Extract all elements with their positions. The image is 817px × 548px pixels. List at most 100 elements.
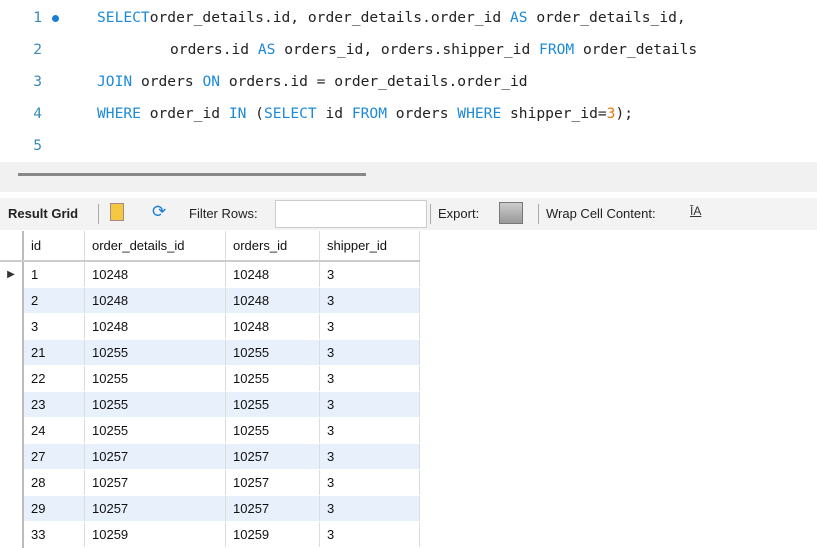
code-token: order_details_id, bbox=[527, 9, 686, 26]
result-grid: id order_details_id orders_id shipper_id ▶ 1… bbox=[0, 231, 420, 548]
cell[interactable]: 10255 bbox=[225, 339, 320, 366]
grid-view-icon[interactable] bbox=[110, 203, 124, 221]
row-selector[interactable] bbox=[0, 287, 24, 314]
table-row[interactable]: 22 10255 10255 3 bbox=[0, 365, 420, 392]
cell[interactable]: 23 bbox=[23, 391, 85, 418]
cell[interactable]: 1 bbox=[23, 261, 85, 288]
table-row[interactable]: ▶ 1 10248 10248 3 bbox=[0, 261, 420, 288]
horizontal-scrollbar[interactable] bbox=[18, 173, 366, 176]
cell[interactable]: 3 bbox=[23, 313, 85, 340]
table-row[interactable]: 23 10255 10255 3 bbox=[0, 391, 420, 418]
cell[interactable]: 3 bbox=[319, 417, 420, 444]
row-selector[interactable] bbox=[0, 339, 24, 366]
cell[interactable]: 10248 bbox=[84, 261, 226, 288]
cell[interactable]: 3 bbox=[319, 261, 420, 288]
column-header[interactable]: order_details_id bbox=[84, 231, 226, 262]
cell[interactable]: 10248 bbox=[225, 261, 320, 288]
cell[interactable]: 3 bbox=[319, 469, 420, 496]
filter-rows-input[interactable] bbox=[275, 200, 427, 228]
row-selector[interactable] bbox=[0, 391, 24, 418]
cell[interactable]: 22 bbox=[23, 365, 85, 392]
row-selector[interactable]: ▶ bbox=[0, 261, 24, 288]
cell[interactable]: 10257 bbox=[84, 469, 226, 496]
wrap-cell-icon[interactable]: ĪA bbox=[690, 204, 701, 218]
table-row[interactable]: 29 10257 10257 3 bbox=[0, 495, 420, 522]
refresh-icon[interactable]: ⟳ bbox=[152, 202, 166, 222]
cell[interactable]: 3 bbox=[319, 443, 420, 470]
cell[interactable]: 3 bbox=[319, 391, 420, 418]
cell[interactable]: 10255 bbox=[84, 339, 226, 366]
line-number: 3 bbox=[33, 73, 42, 90]
table-row[interactable]: 24 10255 10255 3 bbox=[0, 417, 420, 444]
code-token: id bbox=[316, 105, 352, 122]
row-selector[interactable] bbox=[0, 417, 24, 444]
row-selector[interactable] bbox=[0, 365, 24, 392]
row-selector[interactable] bbox=[0, 313, 24, 340]
cell[interactable]: 3 bbox=[319, 339, 420, 366]
code-token: shipper_id= bbox=[501, 105, 607, 122]
code-text: SELECTorder_details.id, order_details.or… bbox=[97, 2, 686, 34]
cell[interactable]: 10248 bbox=[84, 313, 226, 340]
cell[interactable]: 3 bbox=[319, 313, 420, 340]
divider bbox=[98, 204, 99, 224]
cell[interactable]: 10248 bbox=[84, 287, 226, 314]
line-number: 4 bbox=[33, 105, 42, 122]
cell[interactable]: 10255 bbox=[84, 365, 226, 392]
cell[interactable]: 10255 bbox=[225, 365, 320, 392]
result-toolbar: Result Grid ⟳ Filter Rows: Export: Wrap … bbox=[0, 198, 817, 230]
cell[interactable]: 10248 bbox=[225, 313, 320, 340]
code-token: WHERE bbox=[97, 105, 141, 122]
divider bbox=[430, 204, 431, 224]
wrap-cell-label: Wrap Cell Content: bbox=[546, 206, 656, 221]
line-number: 1 bbox=[33, 9, 42, 26]
cell[interactable]: 10255 bbox=[225, 391, 320, 418]
cell[interactable]: 28 bbox=[23, 469, 85, 496]
cell[interactable]: 10255 bbox=[84, 417, 226, 444]
cell[interactable]: 21 bbox=[23, 339, 85, 366]
cell[interactable]: 10257 bbox=[84, 443, 226, 470]
row-selector[interactable] bbox=[0, 469, 24, 496]
code-token: WHERE bbox=[457, 105, 502, 122]
code-token: AS bbox=[509, 9, 528, 26]
table-row[interactable]: 27 10257 10257 3 bbox=[0, 443, 420, 470]
code-token: JOIN bbox=[97, 73, 133, 90]
table-row[interactable]: 21 10255 10255 3 bbox=[0, 339, 420, 366]
code-token: FROM bbox=[539, 41, 575, 58]
cell[interactable]: 10257 bbox=[225, 495, 320, 522]
cell[interactable]: 3 bbox=[319, 365, 420, 392]
code-token: ( bbox=[246, 105, 264, 122]
divider bbox=[538, 204, 539, 224]
code-token: order_details.id, order_details.order_id bbox=[149, 9, 510, 26]
table-row[interactable]: 3 10248 10248 3 bbox=[0, 313, 420, 340]
cell[interactable]: 10257 bbox=[225, 469, 320, 496]
table-row[interactable]: 2 10248 10248 3 bbox=[0, 287, 420, 314]
cell[interactable]: 10257 bbox=[225, 443, 320, 470]
table-row[interactable]: 28 10257 10257 3 bbox=[0, 469, 420, 496]
cell[interactable]: 3 bbox=[319, 495, 420, 522]
code-token: SELECT bbox=[263, 105, 317, 122]
cell[interactable]: 10257 bbox=[84, 495, 226, 522]
cell[interactable]: 29 bbox=[23, 495, 85, 522]
cell[interactable]: 3 bbox=[319, 287, 420, 314]
cell[interactable]: 24 bbox=[23, 417, 85, 444]
cell[interactable]: 10255 bbox=[84, 391, 226, 418]
code-token: order_details bbox=[574, 41, 698, 58]
code-text: WHERE order_id IN (SELECT id FROM orders… bbox=[97, 98, 633, 130]
code-token: orders_id, orders.shipper_id bbox=[275, 41, 540, 58]
line-number: 2 bbox=[33, 41, 42, 58]
column-header[interactable]: shipper_id bbox=[319, 231, 420, 262]
code-token: ON bbox=[202, 73, 221, 90]
export-icon[interactable] bbox=[499, 202, 523, 224]
sql-editor[interactable]: 1 SELECTorder_details.id, order_details.o… bbox=[0, 0, 817, 162]
cell[interactable]: 2 bbox=[23, 287, 85, 314]
row-selector[interactable] bbox=[0, 495, 24, 522]
cell[interactable]: 10248 bbox=[225, 287, 320, 314]
column-header[interactable]: orders_id bbox=[225, 231, 320, 262]
cell[interactable]: 27 bbox=[23, 443, 85, 470]
code-token: AS bbox=[257, 41, 276, 58]
cell[interactable]: 10255 bbox=[225, 417, 320, 444]
row-selector[interactable] bbox=[0, 443, 24, 470]
column-header[interactable]: id bbox=[23, 231, 85, 262]
code-token: SELECT bbox=[97, 9, 150, 26]
editor-scroll-area bbox=[0, 162, 817, 192]
